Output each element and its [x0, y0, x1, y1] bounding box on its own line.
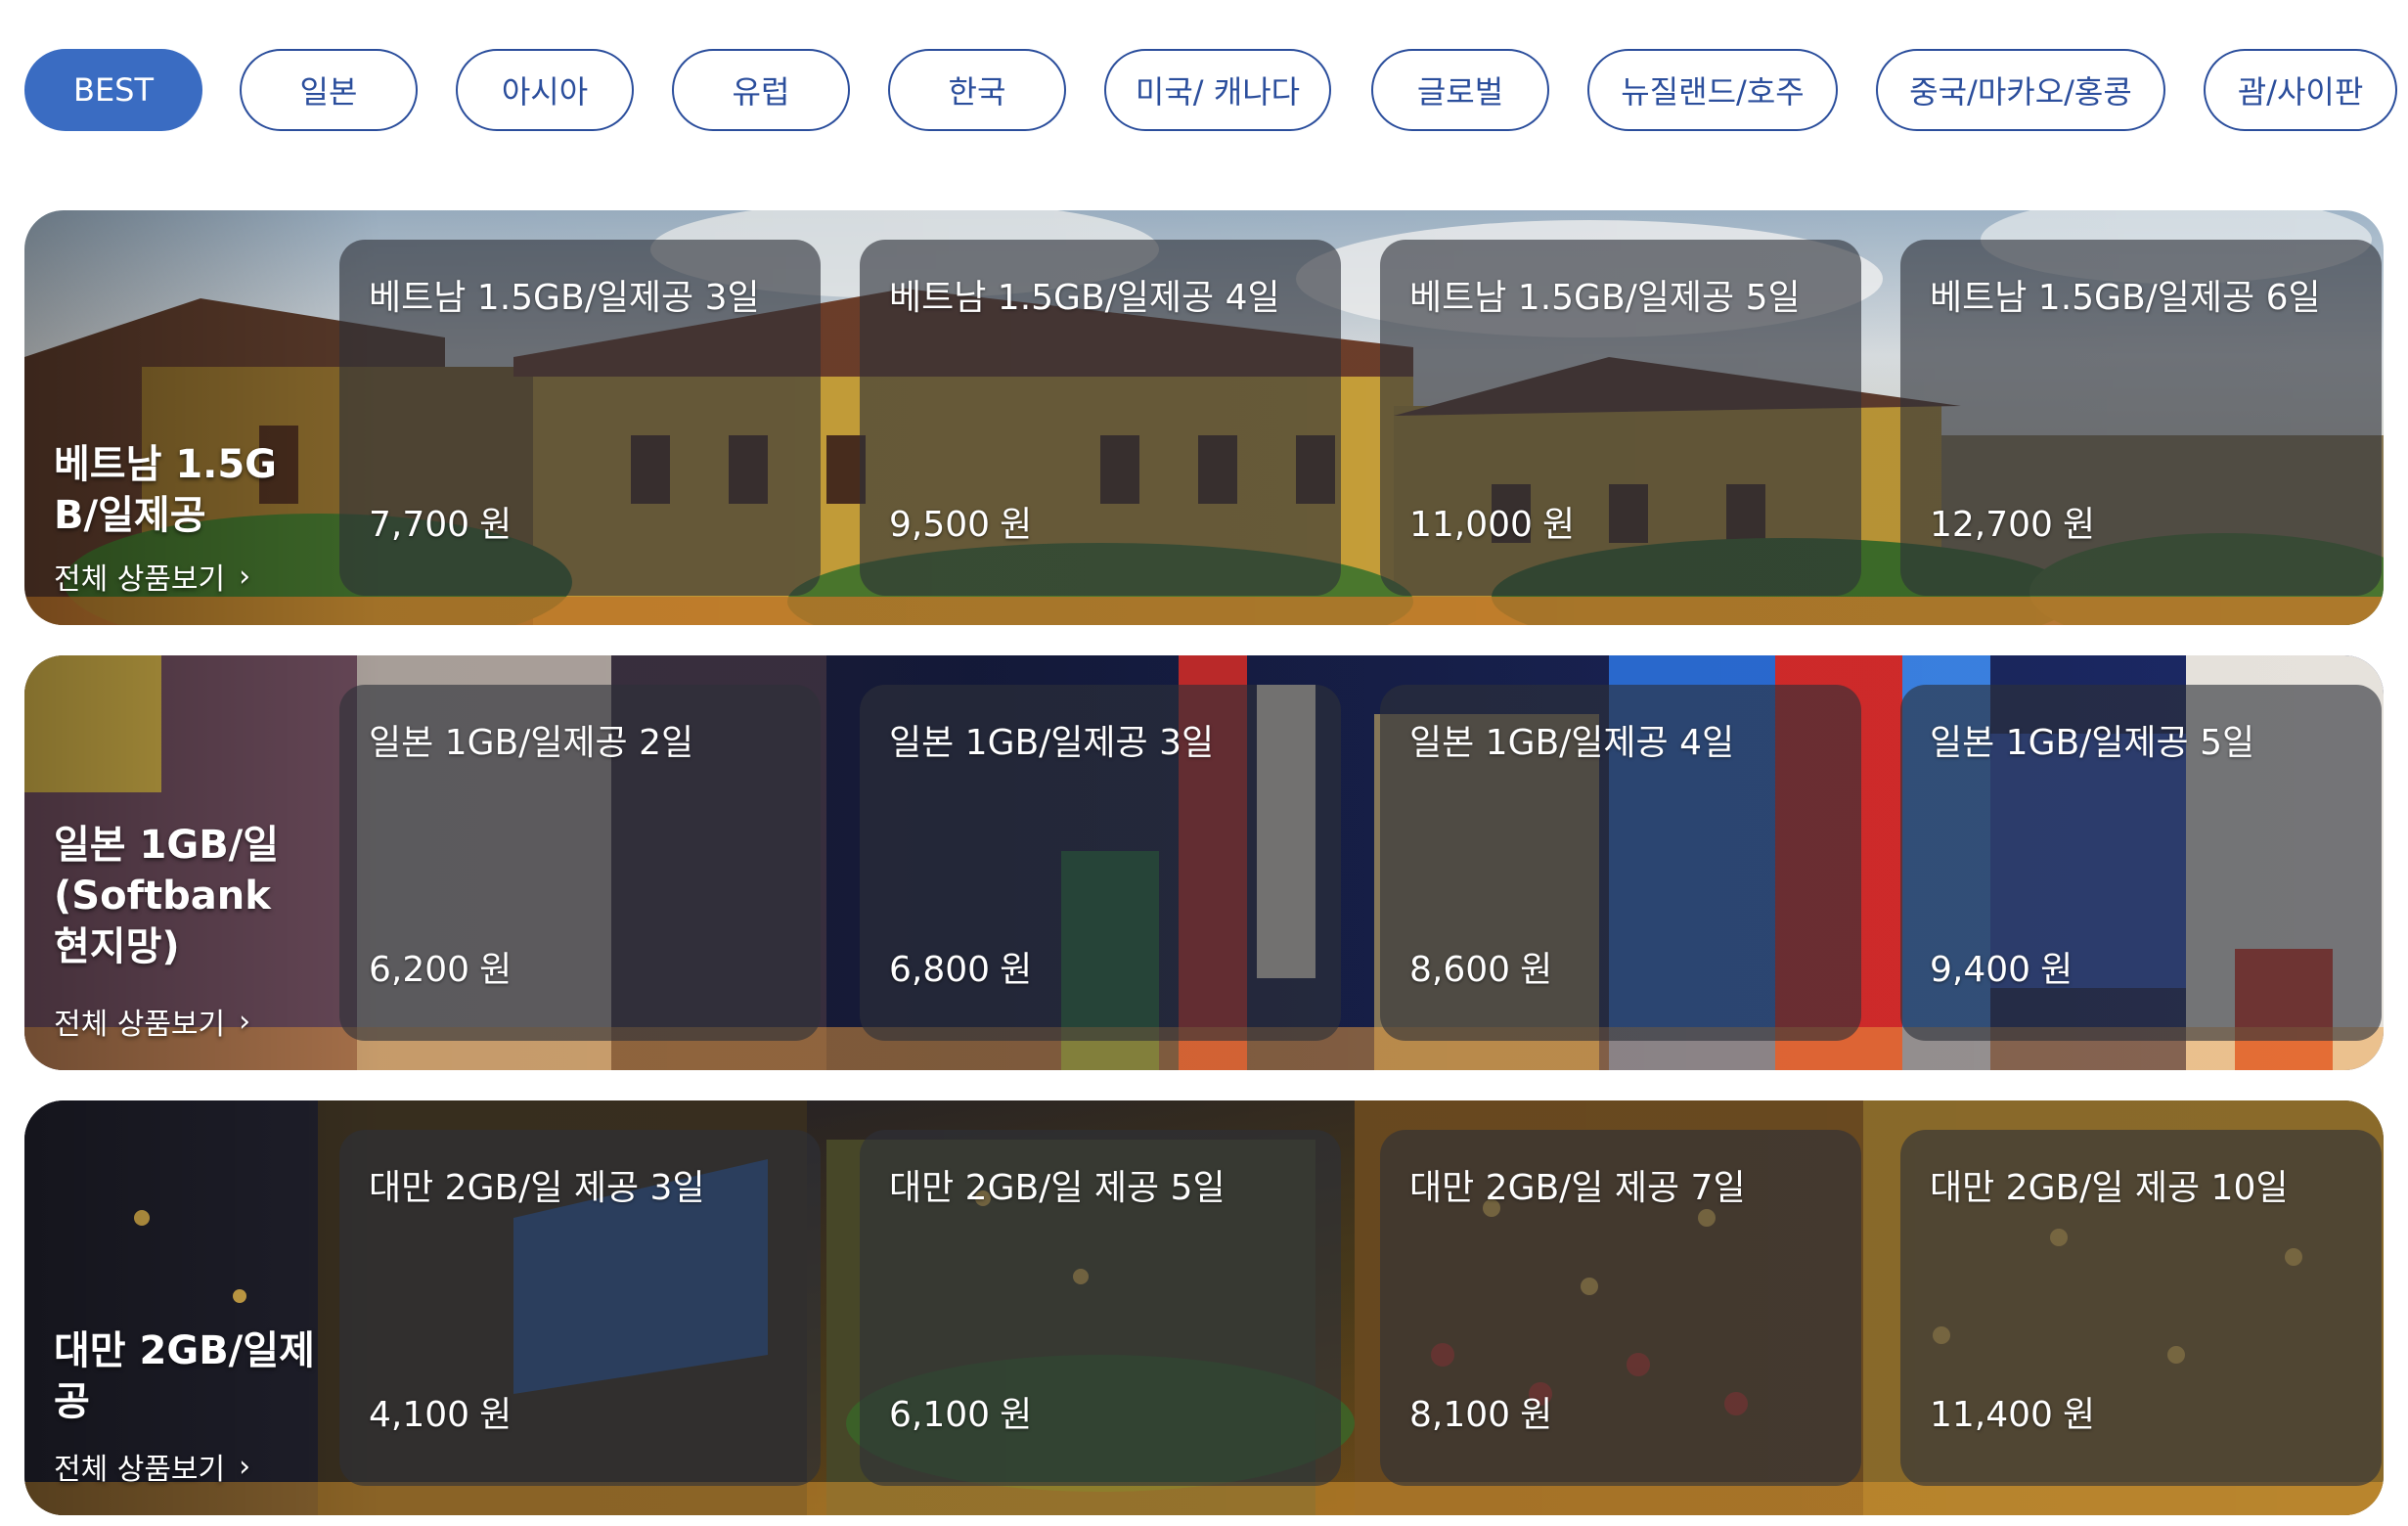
price-value: 11,000	[1409, 505, 1533, 545]
product-name: 대만 2GB/일 제공 7일	[1409, 1168, 1746, 1208]
tab-global[interactable]: 글로벌	[1371, 49, 1549, 131]
product-name: 베트남 1.5GB/일제공 4일	[889, 278, 1280, 318]
product-price: 11,400 원	[1930, 1386, 2095, 1437]
product-name: 베트남 1.5GB/일제공 3일	[369, 278, 760, 318]
price-value: 9,500	[889, 505, 991, 545]
price-unit: 원	[1000, 950, 1033, 990]
product-price: 7,700 원	[369, 496, 512, 547]
price-unit: 원	[1000, 1395, 1033, 1435]
product-price: 8,600 원	[1409, 941, 1552, 992]
section-title: 대만 2GB/일제공	[54, 1328, 315, 1424]
price-unit: 원	[2040, 950, 2074, 990]
product-card[interactable]: 대만 2GB/일 제공 3일 4,100 원	[339, 1130, 821, 1486]
price-unit: 원	[1000, 505, 1033, 545]
product-price: 6,800 원	[889, 941, 1032, 992]
view-all-label: 전체 상품보기	[54, 1453, 226, 1487]
price-unit: 원	[2062, 505, 2096, 545]
price-unit: 원	[479, 505, 513, 545]
tab-japan[interactable]: 일본	[240, 49, 418, 131]
product-card[interactable]: 베트남 1.5GB/일제공 5일 11,000 원	[1380, 240, 1861, 596]
product-name: 일본 1GB/일제공 3일	[889, 723, 1215, 763]
product-name: 베트남 1.5GB/일제공 5일	[1409, 278, 1801, 318]
tab-asia[interactable]: 아시아	[456, 49, 634, 131]
tab-korea[interactable]: 한국	[888, 49, 1066, 131]
tab-europe[interactable]: 유럽	[672, 49, 850, 131]
tab-nz-australia[interactable]: 뉴질랜드/호주	[1587, 49, 1838, 131]
price-value: 6,800	[889, 950, 991, 990]
section-title: 일본 1GB/일(Softbank 현지망)	[54, 823, 280, 969]
view-all-label: 전체 상품보기	[54, 562, 226, 597]
product-card[interactable]: 일본 1GB/일제공 3일 6,800 원	[860, 685, 1341, 1041]
section-japan: 일본 1GB/일(Softbank 현지망) 전체 상품보기 › 일본 1GB/…	[24, 655, 2384, 1070]
price-value: 6,200	[369, 950, 470, 990]
product-name: 일본 1GB/일제공 4일	[1409, 723, 1735, 763]
price-unit: 원	[1520, 950, 1553, 990]
price-value: 8,600	[1409, 950, 1511, 990]
price-value: 11,400	[1930, 1395, 2053, 1435]
tab-guam-saipan[interactable]: 괌/사이판	[2204, 49, 2397, 131]
product-card[interactable]: 베트남 1.5GB/일제공 4일 9,500 원	[860, 240, 1341, 596]
product-card[interactable]: 대만 2GB/일 제공 10일 11,400 원	[1900, 1130, 2382, 1486]
price-unit: 원	[1541, 505, 1576, 545]
tab-china-macau-hk[interactable]: 중국/마카오/홍콩	[1876, 49, 2165, 131]
chevron-right-icon: ›	[239, 559, 251, 594]
view-all-label: 전체 상품보기	[54, 1008, 226, 1042]
product-name: 일본 1GB/일제공 5일	[1930, 723, 2255, 763]
price-value: 7,700	[369, 505, 470, 545]
price-unit: 원	[479, 950, 513, 990]
product-name: 대만 2GB/일 제공 10일	[1930, 1168, 2289, 1208]
section-taiwan: 대만 2GB/일제공 전체 상품보기 › 대만 2GB/일 제공 3일 4,10…	[24, 1100, 2384, 1515]
category-tabs: BEST 일본 아시아 유럽 한국 미국/ 캐나다 글로벌 뉴질랜드/호주 중국…	[0, 0, 2408, 186]
product-price: 6,200 원	[369, 941, 512, 992]
view-all-link[interactable]: 전체 상품보기 ›	[54, 1445, 250, 1488]
product-card[interactable]: 일본 1GB/일제공 2일 6,200 원	[339, 685, 821, 1041]
tab-best[interactable]: BEST	[24, 49, 202, 131]
product-card[interactable]: 베트남 1.5GB/일제공 3일 7,700 원	[339, 240, 821, 596]
section-title: 베트남 1.5GB/일제공	[54, 442, 278, 538]
view-all-link[interactable]: 전체 상품보기 ›	[54, 555, 250, 598]
price-value: 12,700	[1930, 505, 2053, 545]
product-price: 6,100 원	[889, 1386, 1032, 1437]
product-card[interactable]: 일본 1GB/일제공 5일 9,400 원	[1900, 685, 2382, 1041]
product-card[interactable]: 베트남 1.5GB/일제공 6일 12,700 원	[1900, 240, 2382, 596]
view-all-link[interactable]: 전체 상품보기 ›	[54, 1000, 250, 1043]
price-value: 9,400	[1930, 950, 2031, 990]
price-unit: 원	[479, 1395, 513, 1435]
price-unit: 원	[1520, 1395, 1553, 1435]
product-name: 대만 2GB/일 제공 5일	[889, 1168, 1226, 1208]
product-price: 9,500 원	[889, 496, 1032, 547]
product-card[interactable]: 대만 2GB/일 제공 5일 6,100 원	[860, 1130, 1341, 1486]
product-price: 4,100 원	[369, 1386, 512, 1437]
product-name: 일본 1GB/일제공 2일	[369, 723, 694, 763]
product-name: 베트남 1.5GB/일제공 6일	[1930, 278, 2321, 318]
product-card[interactable]: 일본 1GB/일제공 4일 8,600 원	[1380, 685, 1861, 1041]
product-price: 9,400 원	[1930, 941, 2073, 992]
product-price: 8,100 원	[1409, 1386, 1552, 1437]
price-value: 6,100	[889, 1395, 991, 1435]
product-price: 11,000 원	[1409, 496, 1575, 547]
chevron-right-icon: ›	[239, 1449, 251, 1484]
tab-usa-canada[interactable]: 미국/ 캐나다	[1104, 49, 1331, 131]
product-card[interactable]: 대만 2GB/일 제공 7일 8,100 원	[1380, 1130, 1861, 1486]
section-vietnam: 베트남 1.5GB/일제공 전체 상품보기 › 베트남 1.5GB/일제공 3일…	[24, 210, 2384, 625]
chevron-right-icon: ›	[239, 1004, 251, 1039]
price-value: 4,100	[369, 1395, 470, 1435]
price-unit: 원	[2062, 1395, 2096, 1435]
price-value: 8,100	[1409, 1395, 1511, 1435]
product-name: 대만 2GB/일 제공 3일	[369, 1168, 705, 1208]
product-price: 12,700 원	[1930, 496, 2095, 547]
